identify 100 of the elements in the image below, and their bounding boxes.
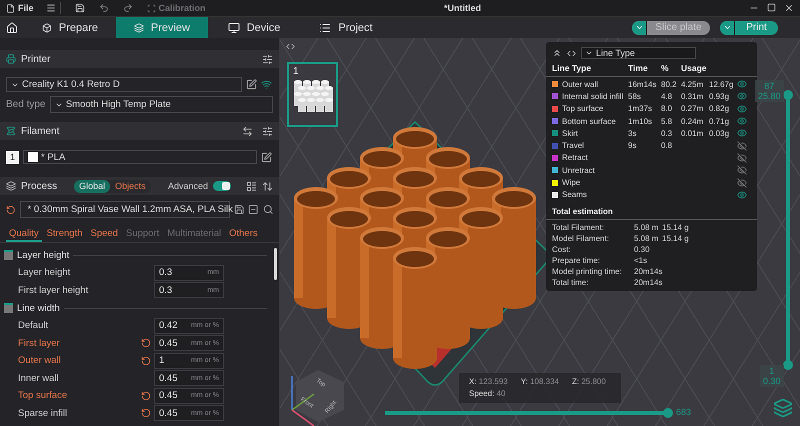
- field-label: Bed type: [6, 99, 46, 110]
- printer-icon: [6, 54, 16, 64]
- settings-tab[interactable]: Quality: [6, 226, 42, 242]
- layer-slider[interactable]: [783, 90, 793, 370]
- move-slider[interactable]: [385, 408, 673, 418]
- file-icon: [6, 4, 15, 12]
- advanced-switch[interactable]: [213, 181, 231, 191]
- filament-select[interactable]: * PLA: [23, 150, 257, 164]
- main-tab[interactable]: Device: [208, 17, 300, 38]
- line-type-name: Seams: [562, 190, 587, 200]
- window-title: *Untitled: [444, 3, 481, 13]
- eye-off-icon[interactable]: [737, 152, 747, 163]
- total-label: Total Filament:: [552, 222, 606, 233]
- eye-icon[interactable]: [737, 91, 747, 102]
- length-cell: 0.27m: [681, 104, 704, 114]
- slider-handle[interactable]: [783, 90, 793, 100]
- scope-toggle[interactable]: Objects: [110, 180, 151, 192]
- menu-icon[interactable]: [46, 3, 56, 13]
- line-type-name: Top surface: [562, 104, 604, 114]
- slider-handle[interactable]: [783, 360, 793, 370]
- bed-type-select[interactable]: Smooth High Temp Plate: [50, 96, 273, 113]
- eye-icon[interactable]: [737, 128, 747, 138]
- eye-icon[interactable]: [737, 104, 747, 114]
- eye-icon[interactable]: [737, 190, 747, 200]
- settings-icon[interactable]: [262, 126, 273, 136]
- sync-icon[interactable]: [242, 126, 253, 136]
- color-swatch[interactable]: [28, 152, 38, 162]
- reset-icon[interactable]: [141, 338, 151, 348]
- undo-icon[interactable]: [98, 3, 109, 13]
- view-cube[interactable]: [296, 370, 344, 422]
- main-tab[interactable]: Preview: [116, 17, 208, 38]
- section-title: Filament: [21, 126, 60, 136]
- eye-icon[interactable]: [737, 116, 747, 126]
- calibration-icon: [146, 4, 156, 12]
- close-icon[interactable]: [784, 3, 794, 13]
- layers-icon[interactable]: [773, 398, 793, 418]
- total-label: Model printing time:: [552, 266, 623, 277]
- edit-icon[interactable]: [261, 152, 272, 162]
- line-type-name: Retract: [562, 153, 588, 162]
- total-value: <1s: [633, 254, 648, 266]
- edit-icon[interactable]: [246, 79, 257, 90]
- percent-cell: 0.8: [661, 141, 672, 150]
- settings-tab[interactable]: Others: [226, 226, 261, 242]
- layers-icon: [6, 181, 16, 191]
- line-type-name: Internal solid infill: [562, 92, 624, 101]
- setting-label: Default: [18, 320, 50, 332]
- plate-thumbnail[interactable]: 1: [287, 62, 338, 127]
- code-icon[interactable]: [567, 48, 576, 58]
- printer-select[interactable]: Creality K1 0.4 Retro D: [6, 77, 242, 92]
- line-type-name: Outer wall: [562, 80, 598, 89]
- remove-icon[interactable]: [248, 204, 258, 215]
- column-header: %: [661, 62, 670, 74]
- save-icon[interactable]: [74, 3, 85, 13]
- collapse-icon[interactable]: [286, 42, 295, 51]
- reset-icon[interactable]: [141, 390, 151, 401]
- collapse-icon[interactable]: [552, 48, 562, 58]
- wifi-icon: [261, 79, 272, 90]
- setting-label: First layer height: [18, 284, 90, 296]
- settings-icon[interactable]: [262, 54, 273, 64]
- slot-number: 1: [6, 150, 19, 164]
- group-title: Line width: [17, 302, 60, 314]
- redo-icon[interactable]: [122, 3, 133, 13]
- column-header: Time: [628, 62, 649, 74]
- caret-icon: [634, 23, 644, 32]
- total-value: 20m14s: [633, 266, 662, 277]
- percent-cell: 0.3: [661, 128, 672, 138]
- reset-icon[interactable]: [6, 204, 16, 214]
- search-icon[interactable]: [262, 204, 273, 215]
- main-tab[interactable]: Project: [300, 17, 392, 38]
- scope-toggle[interactable]: Global: [74, 180, 110, 192]
- scrollbar[interactable]: [274, 248, 276, 280]
- save-icon[interactable]: [234, 204, 244, 215]
- maximize-icon[interactable]: [767, 3, 776, 12]
- settings-tab[interactable]: Strength: [44, 226, 86, 242]
- eye-off-icon[interactable]: [737, 178, 747, 188]
- cube-icon: [42, 22, 52, 34]
- time-cell: 1m10s: [628, 116, 652, 126]
- time-cell: 3s: [628, 128, 636, 138]
- eye-off-icon[interactable]: [737, 165, 747, 176]
- section-title: Process: [21, 180, 58, 192]
- weight-cell: 0.93g: [709, 92, 730, 101]
- view-type-select[interactable]: Line Type: [581, 47, 696, 59]
- coordinate-text: Z: 25.800: [572, 377, 606, 386]
- setting-label: Outer wall: [18, 355, 62, 366]
- total-value: 0.30: [633, 244, 651, 255]
- reset-icon[interactable]: [141, 356, 151, 366]
- total-label: Model Filament:: [552, 232, 610, 244]
- eye-off-icon[interactable]: [737, 140, 747, 151]
- compare-icon[interactable]: [262, 180, 273, 192]
- reset-icon[interactable]: [141, 408, 151, 418]
- eye-icon[interactable]: [737, 79, 747, 90]
- total-value: 5.08 m: [633, 222, 660, 233]
- main-tab[interactable]: Prepare: [24, 17, 116, 38]
- list-icon[interactable]: [246, 180, 257, 192]
- settings-tab[interactable]: Speed: [88, 226, 121, 242]
- total-label: Total time:: [552, 276, 590, 288]
- time-cell: 58s: [628, 92, 641, 101]
- weight-cell: 0.82g: [709, 104, 730, 114]
- file-menu[interactable]: File: [6, 3, 34, 13]
- percent-cell: 5.8: [661, 116, 672, 126]
